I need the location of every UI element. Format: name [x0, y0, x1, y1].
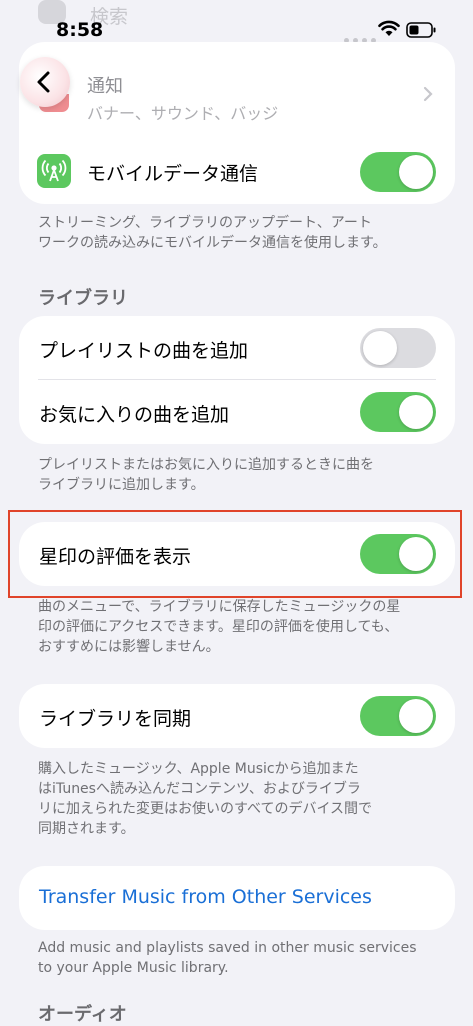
- toggle-knob: [363, 331, 397, 365]
- notifications-title: 通知: [87, 76, 123, 97]
- notifications-subtitle: バナー、サウンド、バッジ: [87, 104, 279, 123]
- chevron-right-icon: [423, 86, 433, 102]
- status-time: 8:58: [56, 19, 104, 41]
- cellular-data-toggle[interactable]: [360, 152, 436, 192]
- signal-dots-icon: [344, 28, 380, 43]
- add-playlist-songs-toggle[interactable]: [360, 328, 436, 368]
- back-button[interactable]: [20, 57, 70, 107]
- toggle-knob: [399, 699, 433, 733]
- transfer-music-card: Transfer Music from Other Services: [19, 866, 455, 930]
- audio-section-header: オーディオ: [38, 1004, 127, 1025]
- back-chevron-icon: [37, 71, 50, 93]
- transfer-footnote: Add music and playlists saved in other m…: [38, 940, 417, 976]
- cellular-footnote: ストリーミング、ライブラリのアップデート、アート ワークの読み込みにモバイルデー…: [38, 215, 387, 251]
- library-card: プレイリストの曲を追加 お気に入りの曲を追加: [19, 316, 455, 444]
- sync-library-label: ライブラリを同期: [39, 708, 192, 730]
- add-favorite-songs-label: お気に入りの曲を追加: [39, 404, 230, 426]
- add-playlist-songs-row: プレイリストの曲を追加: [19, 316, 455, 380]
- sync-library-footnote: 購入したミュージック、Apple Musicから追加また はiTunesへ読み込…: [38, 761, 373, 837]
- wifi-icon: [378, 20, 400, 38]
- add-favorite-songs-toggle[interactable]: [360, 392, 436, 432]
- toggle-knob: [399, 395, 433, 429]
- transfer-music-link[interactable]: Transfer Music from Other Services: [39, 886, 372, 908]
- toggle-knob: [399, 155, 433, 189]
- sync-library-card: ライブラリを同期: [19, 684, 455, 748]
- cellular-data-label: モバイルデータ通信: [87, 163, 259, 185]
- add-playlist-songs-label: プレイリストの曲を追加: [39, 340, 249, 362]
- highlight-box: [8, 510, 462, 598]
- add-favorite-songs-row: お気に入りの曲を追加: [19, 380, 455, 444]
- sync-library-toggle[interactable]: [360, 696, 436, 736]
- library-footnote: プレイリストまたはお気に入りに追加するときに曲を ライブラリに追加します。: [38, 457, 374, 493]
- star-ratings-footnote: 曲のメニューで、ライブラリに保存したミュージックの星 印の評価にアクセスできます…: [38, 599, 401, 655]
- battery-icon: [406, 22, 436, 38]
- top-settings-card: 通知 バナー、サウンド、バッジ モバイルデータ通信: [19, 42, 455, 204]
- notifications-row[interactable]: 通知 バナー、サウンド、バッジ: [19, 42, 455, 126]
- library-section-header: ライブラリ: [38, 288, 128, 309]
- cellular-data-row: モバイルデータ通信: [19, 146, 455, 202]
- cellular-antenna-icon: [37, 154, 71, 188]
